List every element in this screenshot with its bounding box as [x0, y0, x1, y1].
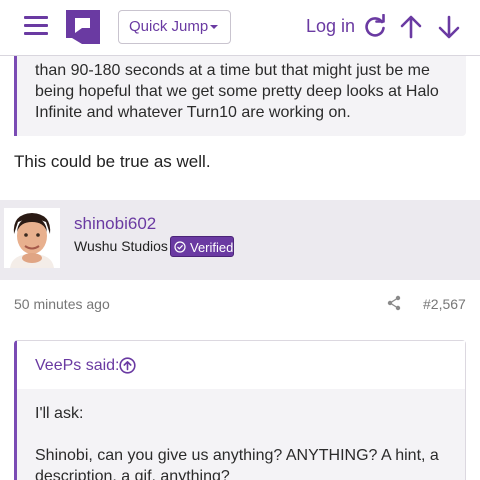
quote-line: description, a gif, anything? — [35, 468, 230, 480]
chevron-down-icon — [210, 25, 218, 29]
quote-block: VeePs said: I'll ask: Shinobi, can you g… — [14, 340, 466, 480]
post-number-link[interactable]: #2,567 — [423, 296, 466, 312]
share-icon[interactable] — [386, 295, 402, 311]
check-circle-icon — [174, 241, 186, 253]
post-timestamp[interactable]: 50 minutes ago — [14, 296, 110, 312]
login-link[interactable]: Log in — [306, 16, 355, 37]
quote-block: than 90-180 seconds at a time but that m… — [14, 56, 466, 136]
quote-author-link[interactable]: VeePs said: — [35, 357, 120, 375]
post-card: than 90-180 seconds at a time but that m… — [0, 56, 480, 200]
quick-jump-dropdown[interactable]: Quick Jump — [118, 10, 231, 44]
post-author-bar: shinobi602 Wushu Studios Verified — [0, 200, 480, 280]
quote-line: Infinite and whatever Turn10 are working… — [35, 104, 351, 121]
hamburger-icon[interactable] — [24, 16, 48, 36]
refresh-icon[interactable] — [362, 14, 388, 40]
quote-line: than 90-180 seconds at a time but that m… — [35, 62, 430, 79]
avatar[interactable] — [4, 208, 60, 268]
site-logo-icon[interactable] — [64, 8, 102, 46]
quote-header: VeePs said: — [17, 341, 465, 389]
post-card: 50 minutes ago #2,567 VeePs said: I'll a… — [0, 280, 480, 480]
verified-badge: Verified — [170, 236, 234, 257]
verified-label: Verified — [190, 240, 234, 255]
top-navigation-bar: Quick Jump Log in — [0, 0, 480, 56]
quick-jump-label: Quick Jump — [129, 18, 209, 35]
user-title: Wushu Studios — [74, 238, 168, 254]
username-link[interactable]: shinobi602 — [74, 214, 156, 234]
quote-line: I'll ask: — [35, 405, 84, 422]
circle-arrow-up-icon[interactable] — [119, 357, 136, 374]
post-body-text: This could be true as well. — [14, 152, 211, 171]
arrow-up-icon[interactable] — [398, 14, 424, 40]
quote-line: Shinobi, can you give us anything? ANYTH… — [35, 447, 439, 464]
quote-line: being hopeful that we get some pretty de… — [35, 83, 439, 100]
arrow-down-icon[interactable] — [436, 14, 462, 40]
